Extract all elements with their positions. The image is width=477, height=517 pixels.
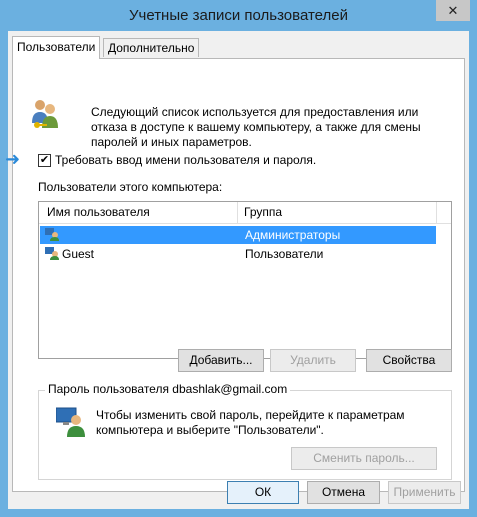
user-account-icon [45, 247, 59, 260]
users-list-header: Имя пользователя Группа [39, 202, 451, 224]
cell-username: Guest [62, 247, 95, 261]
dialog-client-area: Пользователи Дополнительно Следующий спи… [5, 31, 469, 509]
tab-advanced[interactable]: Дополнительно [103, 38, 200, 57]
user-accounts-window: Учетные записи пользователей ✕ Пользоват… [0, 0, 477, 517]
properties-button[interactable]: Свойства [366, 349, 452, 372]
password-group-title: Пароль пользователя dbashlak@gmail.com [45, 382, 291, 396]
table-row[interactable]: Guest Пользователи [40, 245, 436, 263]
add-user-button[interactable]: Добавить... [178, 349, 264, 372]
cell-group: Администраторы [245, 228, 341, 242]
password-help-text: Чтобы изменить свой пароль, перейдите к … [96, 408, 405, 437]
column-divider[interactable] [237, 202, 238, 223]
require-login-label[interactable]: Требовать ввод имени пользователя и паро… [55, 153, 316, 167]
require-login-checkbox[interactable]: ✔ [38, 153, 51, 167]
users-list-label: Пользователи этого компьютера: [38, 180, 223, 194]
cancel-button[interactable]: Отмена [307, 481, 380, 504]
users-icon [32, 100, 58, 128]
column-divider[interactable] [436, 202, 437, 223]
title-bar[interactable]: Учетные записи пользователей ✕ [0, 0, 477, 31]
users-list[interactable]: Имя пользователя Группа Администраторы G… [38, 201, 452, 359]
column-header-username[interactable]: Имя пользователя [47, 205, 150, 219]
close-icon: ✕ [447, 3, 459, 18]
remove-user-button[interactable]: Удалить [270, 349, 356, 372]
ok-button[interactable]: ОК [227, 481, 299, 504]
intro-text: Следующий список используется для предос… [91, 105, 421, 149]
apply-button[interactable]: Применить [388, 481, 461, 504]
users-tab-panel: Следующий список используется для предос… [5, 58, 465, 492]
table-row-selected[interactable]: Администраторы [40, 226, 436, 244]
require-login-row[interactable]: ✔ Требовать ввод имени пользователя и па… [38, 152, 316, 168]
user-computer-icon [56, 407, 85, 437]
arrow-indicator-icon: ➜ [5, 149, 21, 169]
user-account-icon [45, 228, 59, 241]
window-title: Учетные записи пользователей [129, 7, 348, 24]
column-header-group[interactable]: Группа [244, 205, 282, 219]
change-password-button[interactable]: Сменить пароль... [291, 447, 437, 470]
tab-users[interactable]: Пользователи [12, 36, 101, 59]
cell-group: Пользователи [245, 247, 324, 261]
close-button[interactable]: ✕ [436, 0, 470, 21]
